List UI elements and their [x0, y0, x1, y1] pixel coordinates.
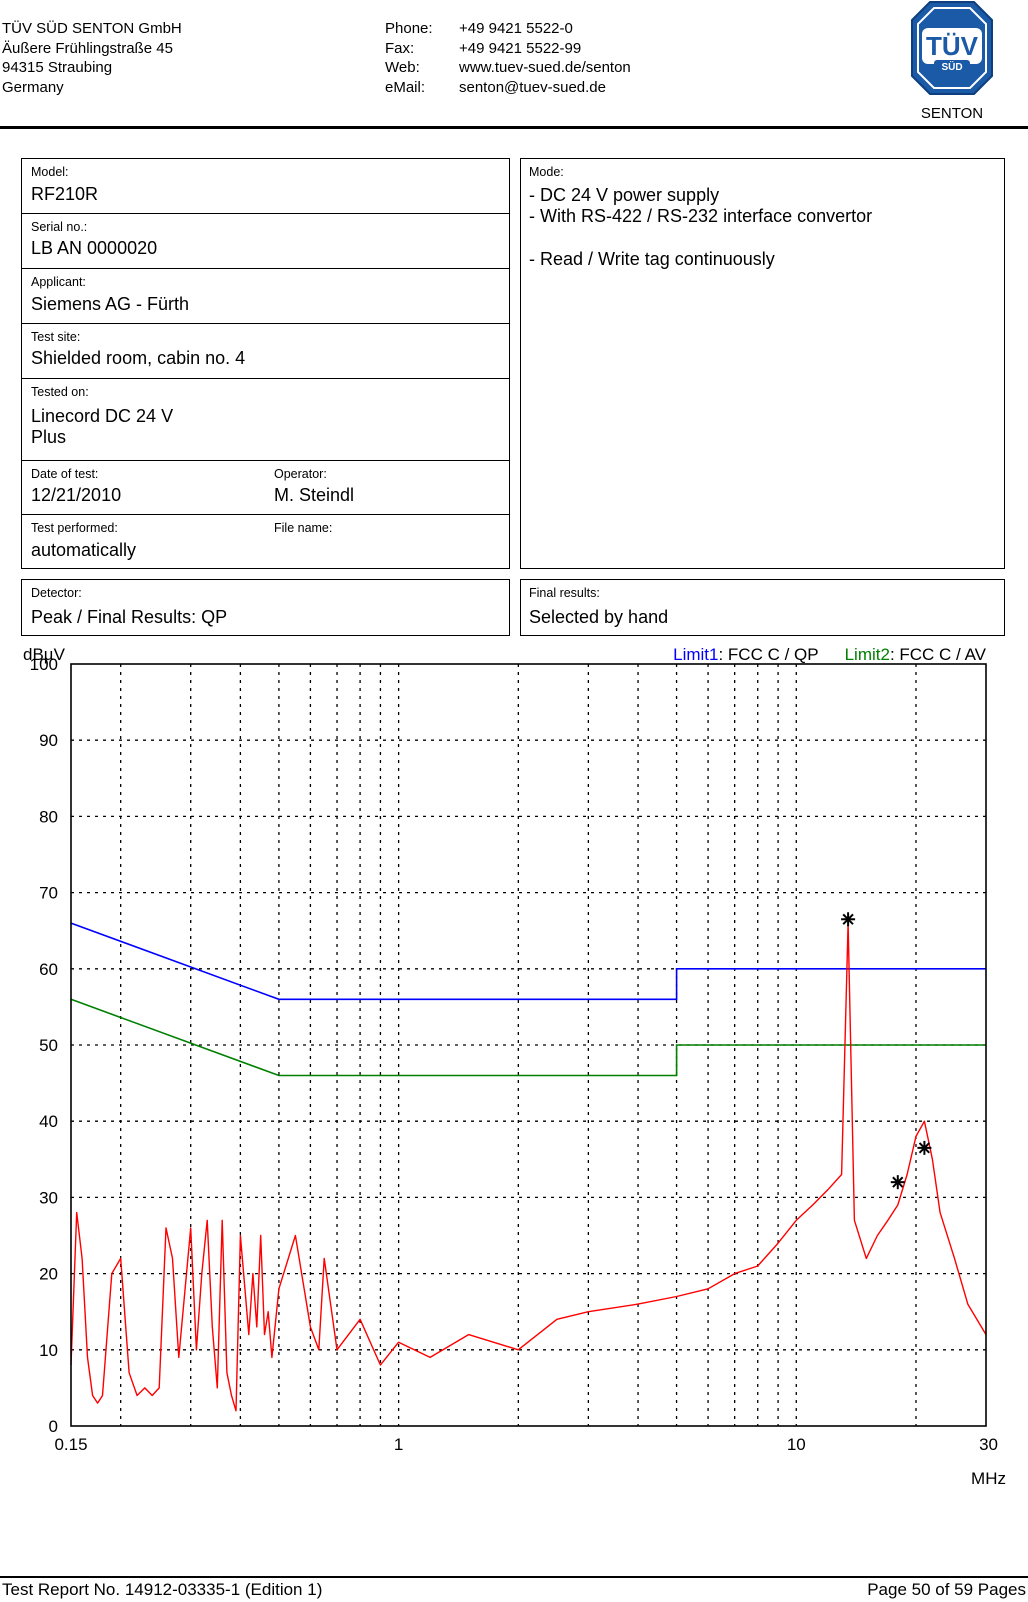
final-results-box: Final results: Selected by hand — [520, 579, 1005, 636]
file-name-label: File name: — [274, 521, 333, 535]
company-city: 94315 Straubing — [2, 59, 113, 76]
x-tick-label: 30 — [979, 1435, 998, 1454]
model-value: RF210R — [31, 184, 99, 204]
tuv-logo-main: TÜV — [926, 31, 979, 61]
performed-file-cell: Test performed: automatically File name: — [22, 515, 509, 568]
tuv-logo: TÜV SÜD SENTON — [911, 1, 993, 122]
mode-line-2: - With RS-422 / RS-232 interface convert… — [529, 206, 873, 226]
y-tick-label: 80 — [39, 807, 58, 826]
tuv-logo-caption: SENTON — [921, 105, 983, 122]
web-value[interactable]: www.tuev-sued.de/senton — [459, 58, 631, 78]
tested-on-cell: Tested on: Linecord DC 24 V Plus — [22, 379, 509, 461]
operator-label: Operator: — [274, 467, 327, 481]
y-tick-label: 60 — [39, 960, 58, 979]
date-value: 12/21/2010 — [31, 485, 122, 505]
y-tick-label: 50 — [39, 1036, 58, 1055]
applicant-value: Siemens AG - Fürth — [31, 294, 190, 314]
emission-chart: 01020304050607080901000.15 1 10 30 dBµV MHz… — [23, 645, 1006, 1488]
detector-label: Detector: — [31, 586, 82, 600]
page-number: Page 50 of 59 Pages — [867, 1580, 1026, 1599]
email-label: eMail: — [385, 78, 426, 96]
y-tick-label: 70 — [39, 884, 58, 903]
test-site-value: Shielded room, cabin no. 4 — [31, 348, 246, 368]
y-tick-label: 90 — [39, 731, 58, 750]
x-axis-unit: MHz — [971, 1469, 1006, 1488]
report-number: Test Report No. 14912-03335-1 (Edition 1… — [2, 1580, 323, 1599]
y-tick-label: 10 — [39, 1341, 58, 1360]
operator-value: M. Steindl — [274, 485, 355, 505]
phone-value: +49 9421 5522-0 — [459, 20, 573, 37]
serial-cell: Serial no.: LB AN 0000020 — [22, 214, 509, 269]
company-country: Germany — [2, 78, 64, 96]
phone-label: Phone: — [385, 20, 433, 37]
final-result-marker — [841, 912, 856, 927]
model-label: Model: — [31, 165, 69, 179]
model-cell: Model: RF210R — [22, 159, 509, 214]
x-tick-label: 10 — [787, 1435, 806, 1454]
detector-value: Peak / Final Results: QP — [31, 607, 228, 627]
fax-value: +49 9421 5522-99 — [459, 39, 582, 57]
footer-divider — [0, 1576, 1028, 1578]
y-tick-label: 40 — [39, 1112, 58, 1131]
applicant-cell: Applicant: Siemens AG - Fürth — [22, 269, 509, 324]
tuv-logo-sub: SÜD — [941, 60, 962, 73]
y-axis-title: dBµV — [23, 645, 66, 664]
tested-on-line1: Linecord DC 24 V — [31, 406, 174, 426]
svg-text:Limit1: FCC C / QPLimit2: FCC: Limit1: FCC C / QP Limit2: FCC C / AV — [673, 645, 987, 664]
test-site-cell: Test site: Shielded room, cabin no. 4 — [22, 324, 509, 379]
legend-limit1-desc: : FCC C / QP — [718, 645, 818, 664]
email-value[interactable]: senton@tuev-sued.de — [459, 78, 631, 98]
legend-limit1-name: Limit1 — [673, 645, 718, 664]
tested-on-line2: Plus — [31, 427, 67, 447]
mode-box: Mode: - DC 24 V power supply - With RS-4… — [520, 158, 1005, 569]
legend-limit2-desc: : FCC C / AV — [890, 645, 987, 664]
legend-limit2-name: Limit2 — [845, 645, 890, 664]
serial-label: Serial no.: — [31, 220, 88, 234]
limit2-line — [70, 998, 986, 1077]
serial-value: LB AN 0000020 — [31, 238, 158, 258]
tested-on-label: Tested on: — [31, 385, 89, 399]
test-info-box: Model: RF210R Serial no.: LB AN 0000020 … — [21, 158, 510, 569]
applicant-label: Applicant: — [31, 275, 86, 289]
measurement-line — [70, 922, 987, 1412]
final-results-label: Final results: — [529, 586, 600, 600]
measurement-trace — [70, 922, 987, 1412]
contact-values: +49 9421 5522-0 +49 9421 5522-99 www.tue… — [459, 19, 631, 97]
test-performed-value: automatically — [31, 540, 137, 560]
detector-box: Detector: Peak / Final Results: QP — [21, 579, 510, 636]
mode-label: Mode: — [529, 165, 564, 179]
legend: Limit1: FCC C / QP Limit2: FCC C / AV — [673, 645, 987, 664]
test-site-label: Test site: — [31, 330, 81, 344]
mode-line-4: - Read / Write tag continuously — [529, 249, 775, 269]
final-result-markers — [841, 912, 932, 1190]
mode-line-1: - DC 24 V power supply — [529, 185, 720, 205]
axis-labels: dBµV MHz — [23, 645, 1006, 1488]
company-street: Äußere Frühlingstraße 45 — [2, 39, 173, 57]
date-label: Date of test: — [31, 467, 99, 481]
web-label: Web: — [385, 59, 420, 76]
x-tick-label: 0.15 — [54, 1435, 87, 1454]
contact-labels: Phone: Fax: Web: eMail: — [385, 19, 433, 97]
date-operator-cell: Date of test: 12/21/2010 Operator: M. St… — [22, 461, 509, 515]
company-name: TÜV SÜD SENTON GmbH — [2, 20, 182, 37]
company-address: TÜV SÜD SENTON GmbH Äußere Frühlingstraß… — [2, 19, 182, 97]
y-tick-label: 20 — [39, 1265, 58, 1284]
header-divider — [0, 126, 1028, 129]
final-result-marker — [890, 1175, 905, 1190]
fax-label: Fax: — [385, 39, 415, 57]
x-tick-label: 1 — [394, 1435, 403, 1454]
final-results-value: Selected by hand — [529, 607, 669, 627]
y-tick-label: 30 — [39, 1188, 58, 1207]
y-tick-label: 0 — [49, 1417, 58, 1436]
test-performed-label: Test performed: — [31, 521, 118, 535]
axes: 01020304050607080901000.15 1 10 30 — [30, 655, 998, 1454]
